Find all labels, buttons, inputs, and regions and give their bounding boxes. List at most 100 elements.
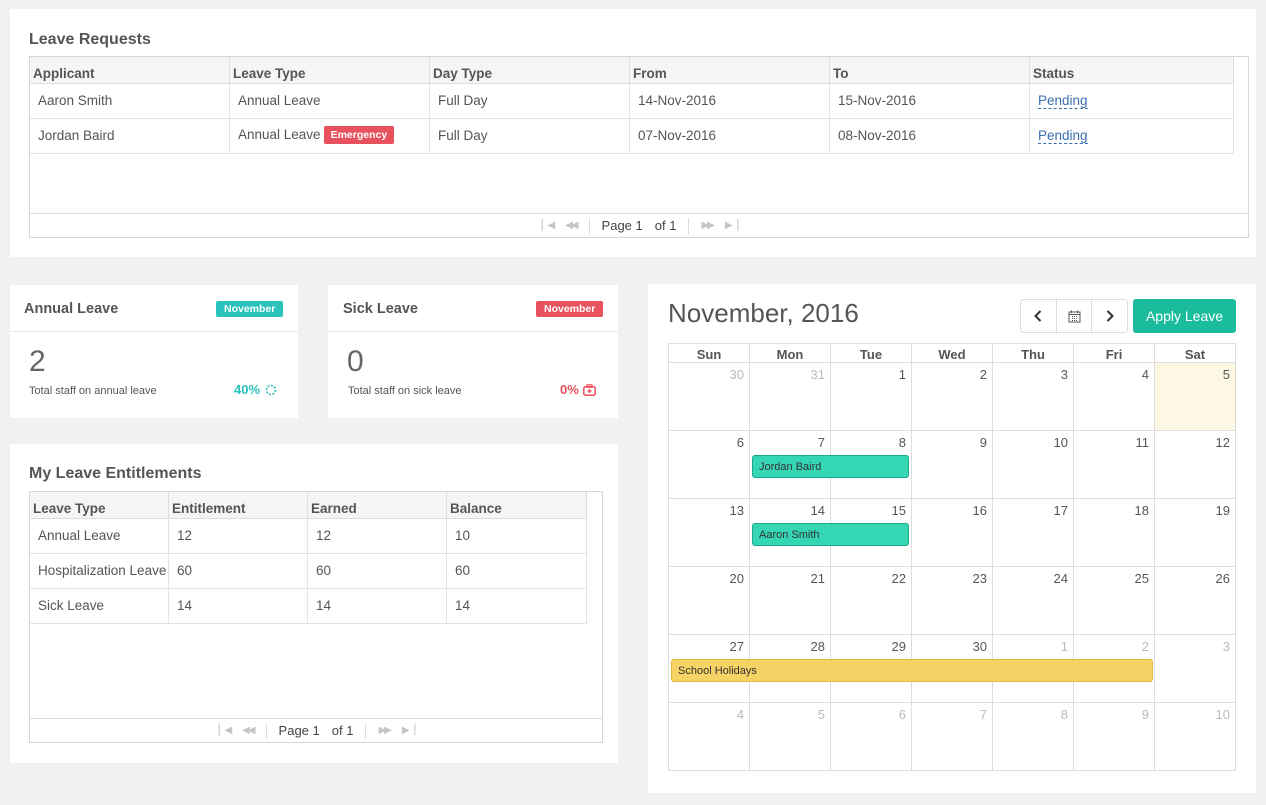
- calendar-event[interactable]: Jordan Baird: [752, 455, 909, 478]
- cell-earned: 14: [308, 589, 447, 623]
- table-row[interactable]: Jordan Baird Annual Leave Emergency Full …: [30, 119, 1234, 154]
- month-badge: November: [536, 301, 604, 317]
- sick-count: 0: [347, 345, 364, 378]
- calendar-day[interactable]: 18: [1074, 499, 1155, 566]
- leave-type-text: Annual Leave: [238, 127, 321, 142]
- last-page-icon[interactable]: ▶▕: [402, 725, 415, 736]
- pager-separator: [265, 722, 267, 739]
- calendar-day[interactable]: 24: [993, 567, 1074, 634]
- calendar-picker-button[interactable]: [1057, 300, 1093, 332]
- calendar-day[interactable]: 4: [1074, 363, 1155, 430]
- cell-type: Hospitalization Leave: [30, 554, 169, 588]
- calendar-day[interactable]: 21: [750, 567, 831, 634]
- status-pending-link[interactable]: Pending: [1038, 93, 1088, 109]
- cell-from: 14-Nov-2016: [630, 84, 830, 118]
- calendar-day[interactable]: 6: [831, 703, 912, 770]
- next-month-button[interactable]: [1092, 300, 1127, 332]
- prev-page-icon[interactable]: ◀◀: [242, 725, 255, 736]
- pagination: ▏◀ ◀◀ Page 1 of 1 ▶▶ ▶▕: [30, 718, 602, 742]
- col-status[interactable]: Status: [1030, 57, 1234, 83]
- calendar-day[interactable]: 8: [993, 703, 1074, 770]
- calendar-day[interactable]: 1: [831, 363, 912, 430]
- cell-day-type: Full Day: [430, 84, 630, 118]
- prev-month-button[interactable]: [1021, 300, 1057, 332]
- col-leave-type[interactable]: Leave Type: [230, 57, 430, 83]
- calendar-day[interactable]: 19: [1155, 499, 1236, 566]
- calendar-panel: November, 2016 Apply Leave Sun Mon Tue W…: [648, 284, 1256, 793]
- percent-value: 0%: [560, 382, 579, 397]
- prev-page-icon[interactable]: ◀◀: [565, 220, 578, 231]
- apply-leave-button[interactable]: Apply Leave: [1133, 299, 1236, 333]
- col-to[interactable]: To: [830, 57, 1030, 83]
- table-row[interactable]: Sick Leave 14 14 14: [30, 589, 587, 624]
- calendar-day[interactable]: 3: [1155, 635, 1236, 702]
- calendar-day[interactable]: 31: [750, 363, 831, 430]
- col-earned[interactable]: Earned: [308, 492, 447, 518]
- emergency-badge: Emergency: [323, 126, 395, 144]
- calendar-day[interactable]: 25: [1074, 567, 1155, 634]
- col-balance[interactable]: Balance: [447, 492, 587, 518]
- cell-entitlement: 14: [169, 589, 308, 623]
- annual-subtitle: Total staff on annual leave: [29, 385, 157, 397]
- calendar-day[interactable]: 16: [912, 499, 993, 566]
- cell-earned: 12: [308, 519, 447, 553]
- next-page-icon[interactable]: ▶▶: [701, 220, 714, 231]
- card-title: Annual Leave: [24, 301, 119, 317]
- calendar-day[interactable]: 4: [669, 703, 750, 770]
- last-page-icon[interactable]: ▶▕: [725, 220, 738, 231]
- calendar-day[interactable]: 11: [1074, 431, 1155, 498]
- calendar-day[interactable]: 20: [669, 567, 750, 634]
- calendar-event[interactable]: Aaron Smith: [752, 523, 909, 546]
- spinner-icon: [265, 384, 277, 396]
- table-row[interactable]: Hospitalization Leave 60 60 60: [30, 554, 587, 589]
- col-leave-type[interactable]: Leave Type: [30, 492, 169, 518]
- dow-mon: Mon: [750, 344, 831, 362]
- cell-type: Annual Leave: [30, 519, 169, 553]
- page-of-label: of 1: [331, 723, 354, 738]
- calendar-day[interactable]: 3: [993, 363, 1074, 430]
- cell-balance: 60: [447, 554, 587, 588]
- grid-header: Leave Type Entitlement Earned Balance: [30, 492, 587, 519]
- calendar-day[interactable]: 10: [1155, 703, 1236, 770]
- table-row[interactable]: Annual Leave 12 12 10: [30, 519, 587, 554]
- sick-leave-card: Sick Leave November 0 Total staff on sic…: [328, 285, 618, 418]
- month-badge: November: [216, 301, 284, 317]
- calendar-day[interactable]: 22: [831, 567, 912, 634]
- cell-applicant: Aaron Smith: [30, 84, 230, 118]
- cell-earned: 60: [308, 554, 447, 588]
- next-page-icon[interactable]: ▶▶: [378, 725, 391, 736]
- cell-leave-type: Annual Leave: [230, 84, 430, 118]
- first-page-icon[interactable]: ▏◀: [542, 220, 555, 231]
- calendar-day[interactable]: 9: [912, 431, 993, 498]
- col-day-type[interactable]: Day Type: [430, 57, 630, 83]
- calendar-week: 6 7 8 9 10 11 12 Jordan Baird: [669, 431, 1236, 499]
- calendar-day[interactable]: 10: [993, 431, 1074, 498]
- pager-separator: [365, 722, 367, 739]
- leave-requests-panel: Leave Requests Applicant Leave Type Day …: [10, 9, 1256, 257]
- calendar-week: 4 5 6 7 8 9 10: [669, 703, 1236, 771]
- page-label: Page 1: [601, 218, 643, 233]
- table-row[interactable]: Aaron Smith Annual Leave Full Day 14-Nov…: [30, 84, 1234, 119]
- calendar-day[interactable]: 13: [669, 499, 750, 566]
- cell-type: Sick Leave: [30, 589, 169, 623]
- calendar-day[interactable]: 7: [912, 703, 993, 770]
- calendar-day[interactable]: 17: [993, 499, 1074, 566]
- calendar-day[interactable]: 12: [1155, 431, 1236, 498]
- calendar-event[interactable]: School Holidays: [671, 659, 1153, 682]
- col-applicant[interactable]: Applicant: [30, 57, 230, 83]
- calendar-day[interactable]: 26: [1155, 567, 1236, 634]
- cell-day-type: Full Day: [430, 119, 630, 153]
- calendar-day[interactable]: 9: [1074, 703, 1155, 770]
- cell-entitlement: 12: [169, 519, 308, 553]
- calendar-day[interactable]: 6: [669, 431, 750, 498]
- calendar-day-today[interactable]: 5: [1155, 363, 1236, 430]
- card-title: Sick Leave: [343, 301, 418, 317]
- first-page-icon[interactable]: ▏◀: [219, 725, 232, 736]
- calendar-day[interactable]: 23: [912, 567, 993, 634]
- calendar-day[interactable]: 30: [669, 363, 750, 430]
- status-pending-link[interactable]: Pending: [1038, 128, 1088, 144]
- calendar-day[interactable]: 5: [750, 703, 831, 770]
- calendar-day[interactable]: 2: [912, 363, 993, 430]
- col-entitlement[interactable]: Entitlement: [169, 492, 308, 518]
- col-from[interactable]: From: [630, 57, 830, 83]
